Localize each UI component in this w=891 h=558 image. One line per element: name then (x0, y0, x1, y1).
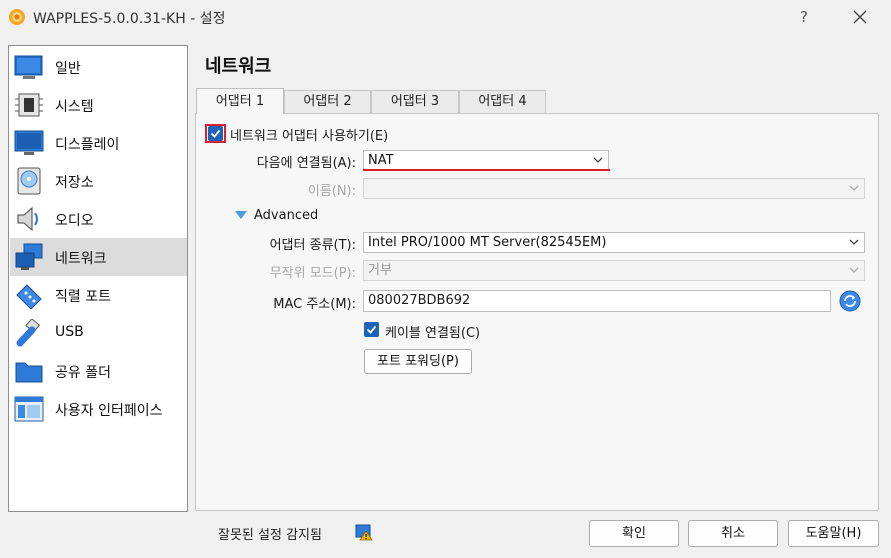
storage-disk-icon (17, 167, 41, 195)
tab-adapter-4[interactable]: 어댑터 4 (459, 90, 546, 113)
highlight-underline (363, 169, 610, 171)
invalid-settings-text: 잘못된 설정 감지됨 (218, 528, 322, 543)
cancel-button[interactable]: 취소 (688, 520, 778, 547)
sidebar-item-usb[interactable]: USB (10, 314, 187, 352)
promiscuous-mode-label: 무작위 모드(P): (269, 266, 356, 281)
sidebar-item-general[interactable]: 일반 (10, 48, 187, 86)
shared-folder-icon (15, 362, 43, 383)
virtualbox-app-icon (9, 9, 25, 25)
mac-address-label: MAC 주소(M): (273, 297, 356, 312)
attached-to-label: 다음에 연결됨(A): (256, 156, 356, 171)
sidebar-item-label: 사용자 인터페이스 (55, 403, 163, 419)
sidebar-item-label: 디스플레이 (55, 137, 120, 153)
help-title-button[interactable]: ? (790, 6, 818, 28)
serial-port-icon (16, 284, 42, 309)
sidebar-item-shared-folders[interactable]: 공유 폴더 (10, 352, 187, 390)
system-chip-icon (15, 93, 43, 117)
warning-icon[interactable] (355, 523, 373, 541)
sidebar-item-system[interactable]: 시스템 (10, 86, 187, 124)
promiscuous-mode-select[interactable]: 거부 (363, 260, 865, 281)
cable-connected-checkbox[interactable] (364, 322, 379, 337)
help-button[interactable]: 도움말(H) (788, 520, 879, 547)
advanced-toggle[interactable]: Advanced (234, 207, 334, 225)
display-monitor-icon (14, 130, 44, 155)
tab-adapter-2[interactable]: 어댑터 2 (284, 90, 371, 113)
sidebar-item-network[interactable]: 네트워크 (10, 238, 187, 276)
adapter-tab-panel (195, 113, 879, 511)
sidebar-item-label: USB (55, 324, 84, 340)
chevron-down-icon (849, 267, 859, 273)
sidebar-item-display[interactable]: 디스플레이 (10, 124, 187, 162)
sidebar-item-label: 시스템 (55, 99, 94, 115)
sidebar-item-user-interface[interactable]: 사용자 인터페이스 (10, 390, 187, 428)
adapter-type-label: 어댑터 종류(T): (269, 238, 356, 253)
tab-adapter-3[interactable]: 어댑터 3 (371, 90, 459, 113)
audio-speaker-icon (17, 206, 38, 232)
sidebar-item-serial-port[interactable]: 직렬 포트 (10, 276, 187, 314)
cable-connected-label[interactable]: 케이블 연결됨(C) (385, 322, 480, 341)
mac-address-input[interactable]: 080027BDB692 (363, 290, 831, 312)
refresh-mac-icon[interactable] (839, 290, 861, 312)
promiscuous-mode-value: 거부 (368, 263, 392, 278)
port-forwarding-button[interactable]: 포트 포워딩(P) (364, 349, 472, 374)
usb-icon (16, 319, 41, 347)
settings-sidebar: 일반 시스템 디스플레이 저장소 오디오 네트워크 직렬 포트 USB 공유 폴… (8, 45, 188, 512)
enable-adapter-label[interactable]: 네트워크 어댑터 사용하기(E) (230, 125, 388, 144)
page-title: 네트워크 (205, 56, 272, 77)
chevron-down-icon (593, 157, 603, 163)
title-bar: WAPPLES-5.0.0.31-KH - 설정 ? (0, 0, 891, 34)
name-select[interactable] (363, 178, 865, 199)
sidebar-item-label: 저장소 (55, 175, 94, 191)
checkmark-icon (366, 325, 377, 334)
user-interface-icon (14, 396, 44, 422)
close-button[interactable] (845, 4, 875, 30)
network-icon (15, 243, 43, 270)
sidebar-item-label: 네트워크 (55, 251, 107, 267)
chevron-down-icon (849, 239, 859, 245)
checkmark-icon (210, 129, 221, 138)
advanced-label: Advanced (254, 208, 319, 223)
attached-to-select[interactable]: NAT (363, 150, 609, 171)
adapter-type-select[interactable]: Intel PRO/1000 MT Server(82545EM) (363, 232, 865, 253)
sidebar-item-label: 오디오 (55, 213, 94, 229)
sidebar-item-label: 직렬 포트 (55, 289, 111, 305)
general-icon (14, 55, 43, 79)
sidebar-item-label: 공유 폴더 (55, 365, 111, 381)
ok-button[interactable]: 확인 (589, 520, 679, 547)
sidebar-item-storage[interactable]: 저장소 (10, 162, 187, 200)
adapter-type-value: Intel PRO/1000 MT Server(82545EM) (368, 235, 607, 250)
sidebar-item-audio[interactable]: 오디오 (10, 200, 187, 238)
triangle-down-icon (235, 211, 247, 219)
name-label: 이름(N): (307, 184, 356, 199)
enable-adapter-checkbox[interactable] (208, 126, 223, 141)
window-title: WAPPLES-5.0.0.31-KH - 설정 (33, 11, 226, 27)
attached-to-value: NAT (368, 153, 394, 168)
chevron-down-icon (849, 185, 859, 191)
sidebar-item-label: 일반 (55, 61, 81, 77)
close-icon (853, 10, 867, 24)
tab-adapter-1[interactable]: 어댑터 1 (196, 88, 284, 114)
